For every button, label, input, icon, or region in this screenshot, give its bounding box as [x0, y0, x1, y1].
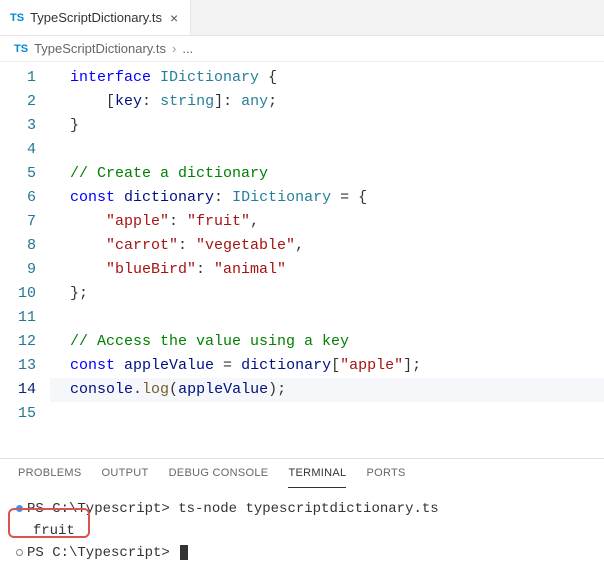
tab-output[interactable]: OUTPUT: [102, 467, 149, 488]
code-area[interactable]: interface IDictionary { [key: string]: a…: [50, 62, 604, 458]
line-number: 5: [0, 162, 36, 186]
code-line: "carrot": "vegetable",: [50, 234, 604, 258]
line-number: 1: [0, 66, 36, 90]
code-line: "blueBird": "animal": [50, 258, 604, 282]
typescript-icon: TS: [14, 43, 28, 55]
code-line: [50, 138, 604, 162]
code-line: // Access the value using a key: [50, 330, 604, 354]
code-line: console.log(appleValue);: [50, 378, 604, 402]
code-line: }: [50, 114, 604, 138]
line-number: 15: [0, 402, 36, 426]
tab-title: TypeScriptDictionary.ts: [30, 10, 162, 25]
code-editor[interactable]: 1 2 3 4 5 6 7 8 9 10 11 12 13 14 15 inte…: [0, 62, 604, 458]
cursor-icon: [180, 545, 188, 560]
breadcrumb-more: ...: [182, 41, 193, 56]
close-icon[interactable]: ×: [168, 10, 180, 26]
line-number: 6: [0, 186, 36, 210]
line-number: 4: [0, 138, 36, 162]
tab-ports[interactable]: PORTS: [366, 467, 405, 488]
file-tab[interactable]: TS TypeScriptDictionary.ts ×: [0, 0, 191, 35]
line-number: 3: [0, 114, 36, 138]
code-line: interface IDictionary {: [50, 66, 604, 90]
code-line: [50, 402, 604, 426]
terminal-panel[interactable]: PS C:\Typescript> ts-node typescriptdict…: [0, 488, 604, 574]
breadcrumb-file: TypeScriptDictionary.ts: [34, 41, 166, 56]
code-line: [key: string]: any;: [50, 90, 604, 114]
terminal-command: ts-node typescriptdictionary.ts: [170, 501, 439, 517]
line-number: 12: [0, 330, 36, 354]
dot-icon: [16, 505, 23, 512]
line-number: 10: [0, 282, 36, 306]
prompt: PS C:\Typescript>: [27, 501, 170, 517]
chevron-right-icon: ›: [172, 41, 176, 56]
line-number: 9: [0, 258, 36, 282]
panel-tab-bar: PROBLEMS OUTPUT DEBUG CONSOLE TERMINAL P…: [0, 458, 604, 488]
line-number: 14: [0, 378, 36, 402]
line-gutter: 1 2 3 4 5 6 7 8 9 10 11 12 13 14 15: [0, 62, 50, 458]
line-number: 2: [0, 90, 36, 114]
terminal-line: PS C:\Typescript> ts-node typescriptdict…: [16, 498, 588, 520]
code-line: const appleValue = dictionary["apple"];: [50, 354, 604, 378]
code-line: "apple": "fruit",: [50, 210, 604, 234]
line-number: 13: [0, 354, 36, 378]
terminal-output: fruit: [16, 520, 588, 542]
line-number: 11: [0, 306, 36, 330]
tab-problems[interactable]: PROBLEMS: [18, 467, 82, 488]
tab-bar: TS TypeScriptDictionary.ts ×: [0, 0, 604, 36]
typescript-icon: TS: [10, 12, 24, 24]
line-number: 7: [0, 210, 36, 234]
terminal-line: PS C:\Typescript>: [16, 542, 588, 564]
prompt: PS C:\Typescript>: [27, 545, 170, 561]
tab-debug-console[interactable]: DEBUG CONSOLE: [169, 467, 269, 488]
dot-icon: [16, 549, 23, 556]
tab-terminal[interactable]: TERMINAL: [288, 467, 346, 488]
line-number: 8: [0, 234, 36, 258]
code-line: const dictionary: IDictionary = {: [50, 186, 604, 210]
code-line: [50, 306, 604, 330]
code-line: };: [50, 282, 604, 306]
code-line: // Create a dictionary: [50, 162, 604, 186]
breadcrumb[interactable]: TS TypeScriptDictionary.ts › ...: [0, 36, 604, 62]
